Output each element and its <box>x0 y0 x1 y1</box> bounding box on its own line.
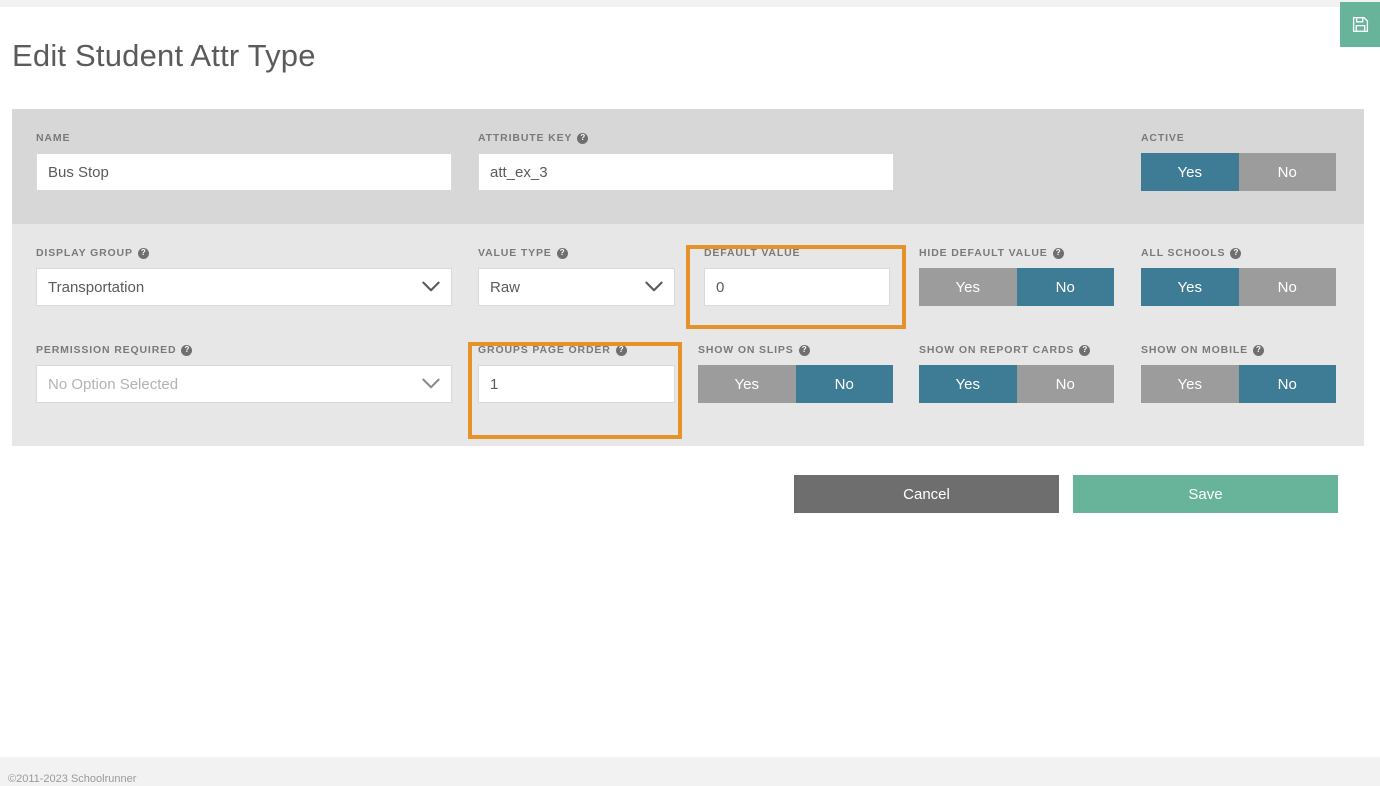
all-schools-toggle-yes[interactable]: Yes <box>1141 268 1239 306</box>
field-default-value: DEFAULT VALUE 0 <box>704 246 890 306</box>
field-show-on-slips: SHOW ON SLIPS ? Yes No <box>698 343 893 403</box>
field-active-label: ACTIVE <box>1141 131 1336 145</box>
permission-required-select-value: No Option Selected <box>48 376 178 393</box>
hide-default-value-toggle-yes[interactable]: Yes <box>919 268 1017 306</box>
show-on-report-cards-toggle-no[interactable]: No <box>1017 365 1115 403</box>
attribute-key-input[interactable]: att_ex_3 <box>478 153 894 191</box>
field-show-on-mobile-label: SHOW ON MOBILE ? <box>1141 343 1336 357</box>
field-attribute-key-label: ATTRIBUTE KEY ? <box>478 131 894 145</box>
hide-default-value-toggle[interactable]: Yes No <box>919 268 1114 306</box>
default-value-input[interactable]: 0 <box>704 268 890 306</box>
help-icon[interactable]: ? <box>181 345 192 356</box>
active-toggle-yes[interactable]: Yes <box>1141 153 1239 191</box>
chevron-down-icon <box>645 279 663 296</box>
hide-default-value-toggle-no[interactable]: No <box>1017 268 1115 306</box>
all-schools-toggle-no[interactable]: No <box>1239 268 1337 306</box>
field-show-on-report-cards-label: SHOW ON REPORT CARDS ? <box>919 343 1114 357</box>
floppy-disk-save-icon <box>1352 16 1369 33</box>
field-default-value-label: DEFAULT VALUE <box>704 246 890 260</box>
display-group-select-value: Transportation <box>48 279 144 296</box>
form-actions: Cancel Save <box>794 475 1338 513</box>
show-on-report-cards-toggle[interactable]: Yes No <box>919 365 1114 403</box>
show-on-slips-toggle-yes[interactable]: Yes <box>698 365 796 403</box>
save-button[interactable]: Save <box>1073 475 1338 513</box>
help-icon[interactable]: ? <box>1079 345 1090 356</box>
field-all-schools-label: ALL SCHOOLS ? <box>1141 246 1336 260</box>
help-icon[interactable]: ? <box>616 345 627 356</box>
help-icon[interactable]: ? <box>799 345 810 356</box>
field-hide-default-value: HIDE DEFAULT VALUE ? Yes No <box>919 246 1114 306</box>
show-on-slips-toggle-no[interactable]: No <box>796 365 894 403</box>
active-toggle[interactable]: Yes No <box>1141 153 1336 191</box>
field-permission-required-label: PERMISSION REQUIRED ? <box>36 343 452 357</box>
field-name: NAME Bus Stop <box>36 131 452 191</box>
cancel-button[interactable]: Cancel <box>794 475 1059 513</box>
field-attribute-key: ATTRIBUTE KEY ? att_ex_3 <box>478 131 894 191</box>
help-icon[interactable]: ? <box>577 133 588 144</box>
chevron-down-icon <box>422 279 440 296</box>
show-on-slips-toggle[interactable]: Yes No <box>698 365 893 403</box>
page-title: Edit Student Attr Type <box>12 38 316 74</box>
help-icon[interactable]: ? <box>1253 345 1264 356</box>
footer: ©2011-2023 Schoolrunner <box>0 757 1380 786</box>
field-hide-default-value-label: HIDE DEFAULT VALUE ? <box>919 246 1114 260</box>
help-icon[interactable]: ? <box>138 248 149 259</box>
field-show-on-mobile: SHOW ON MOBILE ? Yes No <box>1141 343 1336 403</box>
page-root: Edit Student Attr Type NAME Bus Stop ATT… <box>0 0 1380 786</box>
show-on-report-cards-toggle-yes[interactable]: Yes <box>919 365 1017 403</box>
footer-copyright: ©2011-2023 Schoolrunner <box>8 773 136 785</box>
show-on-mobile-toggle-no[interactable]: No <box>1239 365 1337 403</box>
all-schools-toggle[interactable]: Yes No <box>1141 268 1336 306</box>
field-all-schools: ALL SCHOOLS ? Yes No <box>1141 246 1336 306</box>
field-show-on-slips-label: SHOW ON SLIPS ? <box>698 343 893 357</box>
default-value-input-value: 0 <box>716 279 724 296</box>
value-type-select[interactable]: Raw <box>478 268 675 306</box>
edit-student-attr-type-form: NAME Bus Stop ATTRIBUTE KEY ? att_ex_3 <box>12 109 1364 446</box>
chevron-down-icon <box>422 376 440 393</box>
floppy-disk-save-icon-button[interactable] <box>1340 2 1380 47</box>
field-value-type: VALUE TYPE ? Raw <box>478 246 675 306</box>
form-section-secondary: DISPLAY GROUP ? Transportation VALUE TYP… <box>12 224 1364 446</box>
field-display-group-label: DISPLAY GROUP ? <box>36 246 452 260</box>
permission-required-select[interactable]: No Option Selected <box>36 365 452 403</box>
form-section-primary: NAME Bus Stop ATTRIBUTE KEY ? att_ex_3 <box>12 109 1364 224</box>
display-group-select[interactable]: Transportation <box>36 268 452 306</box>
groups-page-order-input-value: 1 <box>490 376 498 393</box>
groups-page-order-input[interactable]: 1 <box>478 365 675 403</box>
field-permission-required: PERMISSION REQUIRED ? No Option Selected <box>36 343 452 403</box>
attribute-key-input-value: att_ex_3 <box>490 164 548 181</box>
name-input-value: Bus Stop <box>48 164 109 181</box>
field-display-group: DISPLAY GROUP ? Transportation <box>36 246 452 306</box>
help-icon[interactable]: ? <box>1230 248 1241 259</box>
field-name-label: NAME <box>36 131 452 145</box>
help-icon[interactable]: ? <box>1053 248 1064 259</box>
field-value-type-label: VALUE TYPE ? <box>478 246 675 260</box>
help-icon[interactable]: ? <box>557 248 568 259</box>
show-on-mobile-toggle[interactable]: Yes No <box>1141 365 1336 403</box>
name-input[interactable]: Bus Stop <box>36 153 452 191</box>
field-active: ACTIVE Yes No <box>1141 131 1336 191</box>
active-toggle-no[interactable]: No <box>1239 153 1337 191</box>
field-show-on-report-cards: SHOW ON REPORT CARDS ? Yes No <box>919 343 1114 403</box>
value-type-select-value: Raw <box>490 279 520 296</box>
top-strip <box>0 0 1380 7</box>
field-groups-page-order-label: GROUPS PAGE ORDER ? <box>478 343 675 357</box>
field-groups-page-order: GROUPS PAGE ORDER ? 1 <box>478 343 675 403</box>
show-on-mobile-toggle-yes[interactable]: Yes <box>1141 365 1239 403</box>
